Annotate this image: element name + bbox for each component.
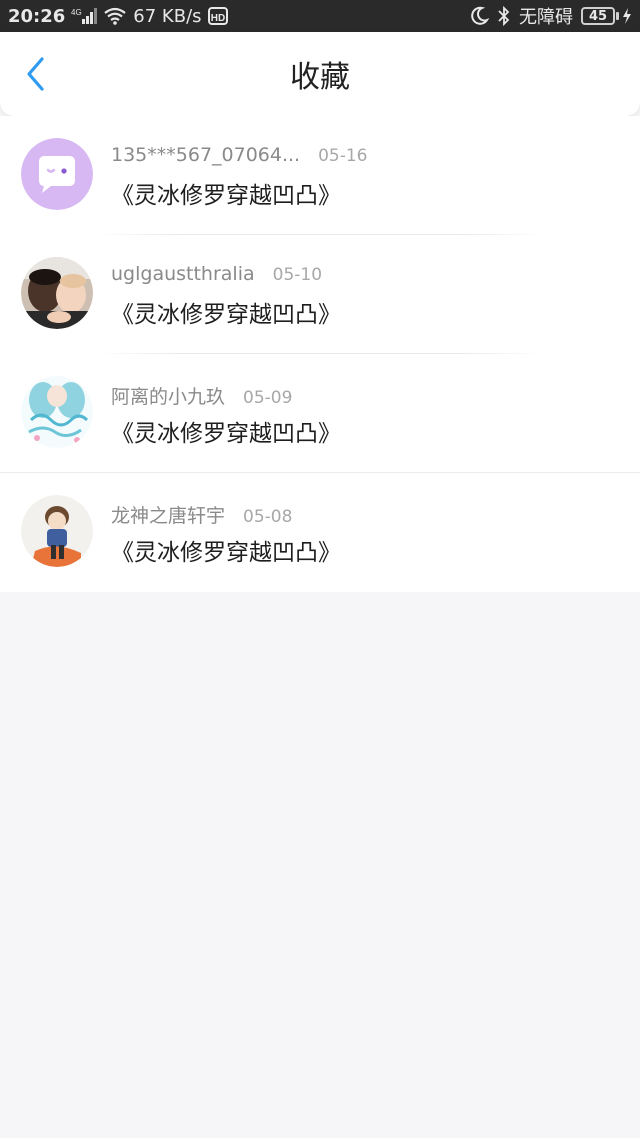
user-name: 阿离的小九玖 bbox=[111, 386, 226, 408]
accessibility-label: 无障碍 bbox=[519, 7, 573, 28]
battery-icon: 45 bbox=[581, 7, 632, 25]
favorite-date: 05-09 bbox=[243, 388, 293, 408]
favorites-list: 135***567_07064... 05-16 《灵冰修罗穿越凹凸》 uglg… bbox=[0, 116, 640, 592]
favorite-date: 05-16 bbox=[318, 146, 368, 166]
book-title: 《灵冰修罗穿越凹凸》 bbox=[111, 421, 341, 447]
hd-label: HD bbox=[210, 13, 224, 24]
book-title: 《灵冰修罗穿越凹凸》 bbox=[111, 540, 341, 566]
favorite-item[interactable]: 龙神之唐轩宇 05-08 《灵冰修罗穿越凹凸》 bbox=[0, 473, 640, 592]
nav-bar: 收藏 bbox=[0, 32, 640, 116]
back-button[interactable] bbox=[14, 52, 58, 96]
anime-girl-avatar[interactable] bbox=[21, 376, 93, 448]
user-name: 龙神之唐轩宇 bbox=[111, 505, 226, 527]
bluetooth-icon bbox=[497, 6, 511, 26]
network-type-label: 4G bbox=[71, 8, 82, 17]
chat-bubble-avatar[interactable] bbox=[21, 138, 93, 210]
book-title: 《灵冰修罗穿越凹凸》 bbox=[111, 183, 341, 209]
cellular-signal-icon: 4G bbox=[71, 7, 98, 25]
page-title: 收藏 bbox=[290, 60, 350, 95]
favorite-item[interactable]: 阿离的小九玖 05-09 《灵冰修罗穿越凹凸》 bbox=[0, 354, 640, 473]
favorite-date: 05-10 bbox=[272, 265, 323, 285]
wifi-icon bbox=[103, 7, 127, 25]
favorite-item[interactable]: uglgaustthralia 05-10 《灵冰修罗穿越凹凸》 bbox=[0, 235, 640, 354]
moon-icon bbox=[469, 6, 489, 26]
user-name: 135***567_07064... bbox=[111, 144, 301, 166]
favorite-item[interactable]: 135***567_07064... 05-16 《灵冰修罗穿越凹凸》 bbox=[0, 116, 640, 235]
network-speed: 67 KB/s bbox=[133, 5, 202, 27]
photo-avatar[interactable] bbox=[21, 257, 93, 329]
chevron-left-icon bbox=[27, 57, 44, 91]
hd-icon: HD bbox=[207, 6, 228, 26]
book-title: 《灵冰修罗穿越凹凸》 bbox=[111, 302, 341, 328]
status-bar: 20:26 4G 67 KB/s HD 无障碍 45 bbox=[0, 0, 640, 32]
favorite-date: 05-08 bbox=[243, 507, 293, 527]
status-time: 20:26 bbox=[8, 5, 66, 27]
anime-boy-avatar[interactable] bbox=[21, 495, 93, 567]
battery-level: 45 bbox=[581, 7, 615, 25]
user-name: uglgaustthralia bbox=[111, 263, 255, 285]
